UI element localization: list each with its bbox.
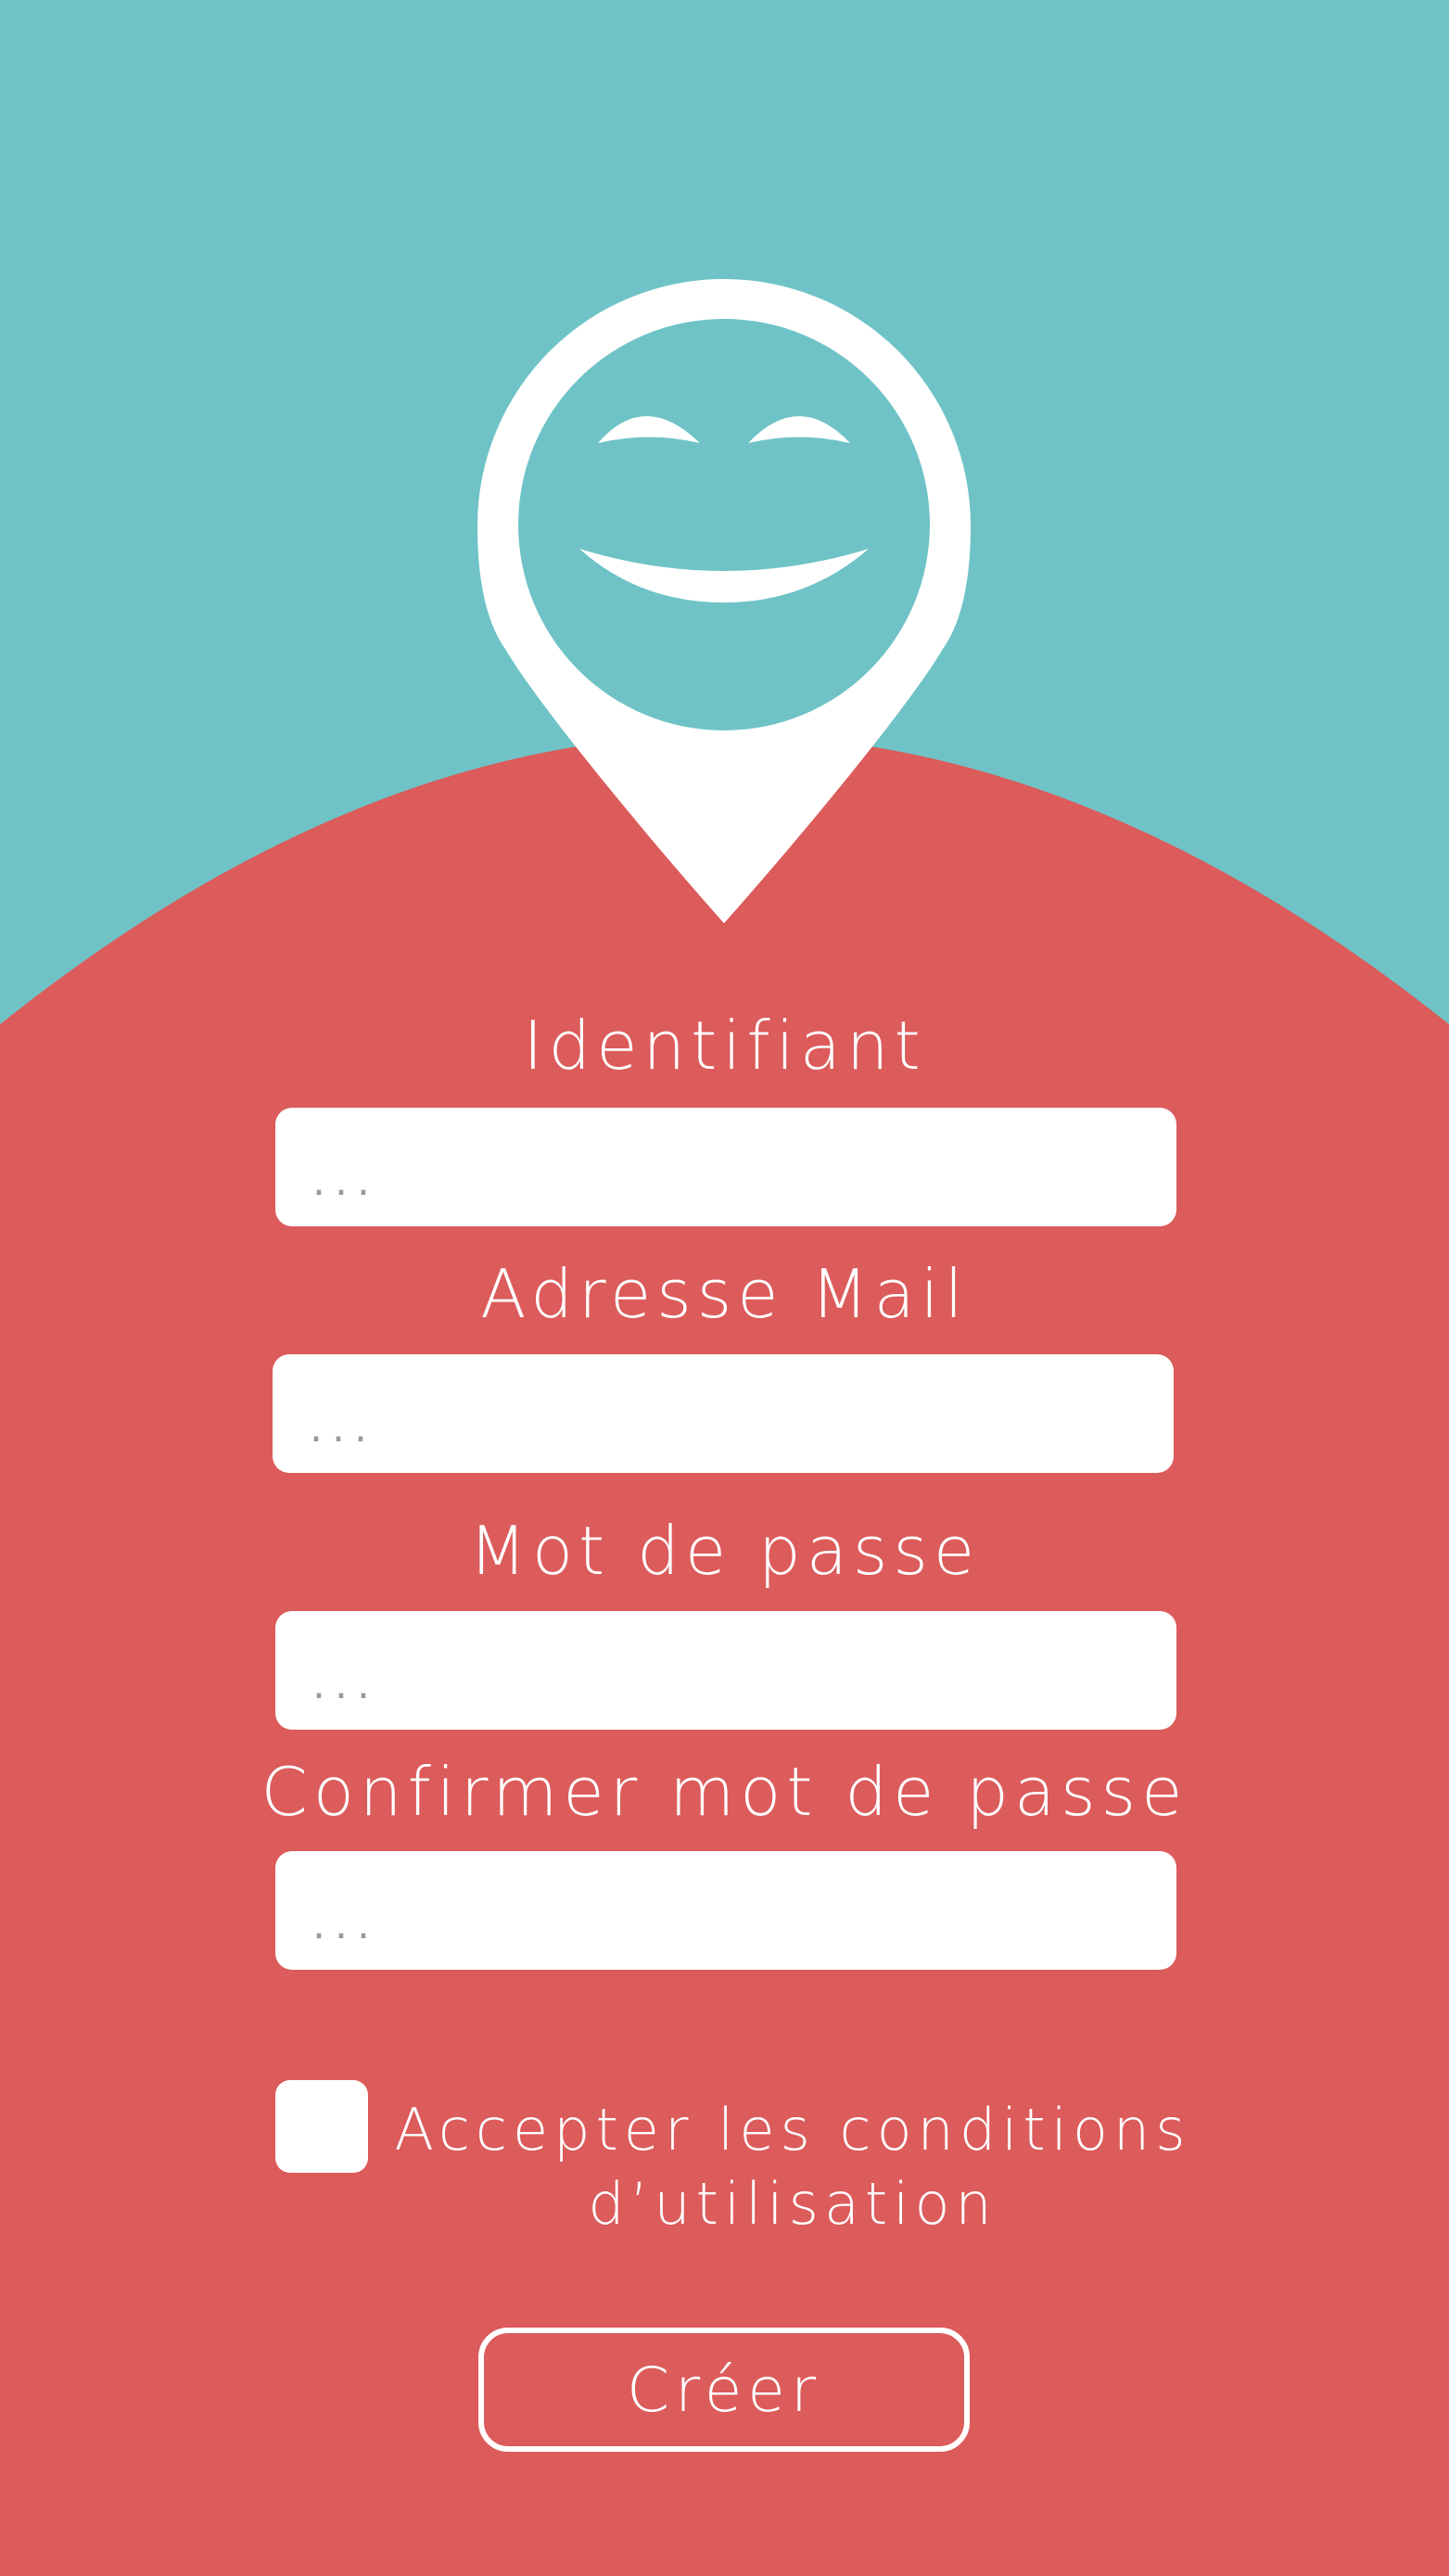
confirm-password-label: Confirmer mot de passe [261,1753,1188,1831]
password-input[interactable] [275,1611,1176,1730]
terms-label-line2: d’utilisation [588,2170,998,2238]
confirm-password-input[interactable] [275,1851,1176,1970]
email-label: Adresse Mail [480,1255,969,1333]
terms-label-line1: Accepter les conditions [394,2096,1191,2164]
username-label: Identifiant [523,1007,926,1085]
signup-screen: Identifiant Adresse Mail Mot de passe Co… [0,0,1449,2576]
terms-label: Accepter les conditions d’utilisation [389,2093,1196,2241]
create-button[interactable]: Créer [478,2328,970,2452]
pin-face [518,319,930,730]
terms-checkbox[interactable] [275,2080,368,2173]
email-input[interactable] [273,1354,1174,1473]
password-label: Mot de passe [468,1512,981,1590]
username-input[interactable] [275,1108,1176,1226]
